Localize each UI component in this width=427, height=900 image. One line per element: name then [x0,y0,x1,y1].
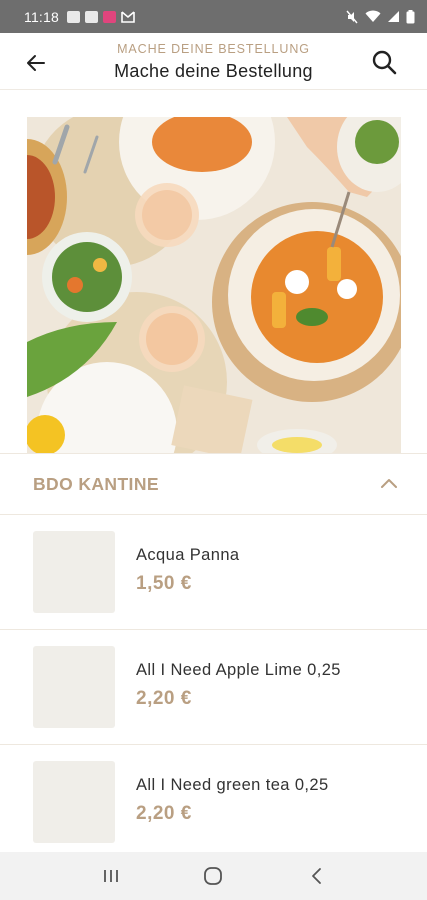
list-item[interactable]: All I Need Apple Lime 0,25 2,20 € [0,630,427,745]
system-nav-bar [0,852,427,900]
section-title: BDO KANTINE [33,474,159,494]
list-item[interactable]: Acqua Panna 1,50 € [0,515,427,630]
system-icons [345,9,415,24]
product-price: 2,20 € [136,688,192,709]
image-icon [85,10,98,23]
search-icon [372,50,397,75]
chevron-up-icon[interactable] [379,474,399,494]
section-header[interactable]: BDO KANTINE [0,453,427,515]
product-thumbnail [33,531,115,613]
status-time: 11:18 [24,8,59,25]
signal-icon [388,11,399,22]
notification-icons [67,10,135,23]
system-back-button[interactable] [296,856,336,896]
product-name: Acqua Panna [136,546,240,564]
page-subtitle: MACHE DEINE BESTELLUNG [117,42,310,56]
list-item[interactable]: All I Need green tea 0,25 2,20 € [0,745,427,860]
page-title: Mache deine Bestellung [114,61,313,81]
app-icon [103,10,116,23]
home-button[interactable] [193,856,233,896]
recent-apps-button[interactable] [91,856,131,896]
mute-icon [346,10,358,23]
product-name: All I Need Apple Lime 0,25 [136,661,341,679]
mail-icon [121,10,135,23]
battery-icon [406,9,415,23]
image-icon [67,10,80,23]
recent-apps-icon [104,870,119,882]
home-icon [204,867,223,885]
food-table-photo [27,117,401,453]
status-bar: 11:18 [0,0,427,33]
hero-food-image [27,117,401,453]
product-price: 1,50 € [136,573,192,594]
product-thumbnail [33,646,115,728]
search-button[interactable] [369,47,399,77]
product-name: All I Need green tea 0,25 [136,776,329,794]
back-icon [311,868,321,884]
product-thumbnail [33,761,115,843]
product-price: 2,20 € [136,803,192,824]
app-bar: MACHE DEINE BESTELLUNG Mache deine Beste… [0,33,427,90]
wifi-icon [365,10,381,22]
